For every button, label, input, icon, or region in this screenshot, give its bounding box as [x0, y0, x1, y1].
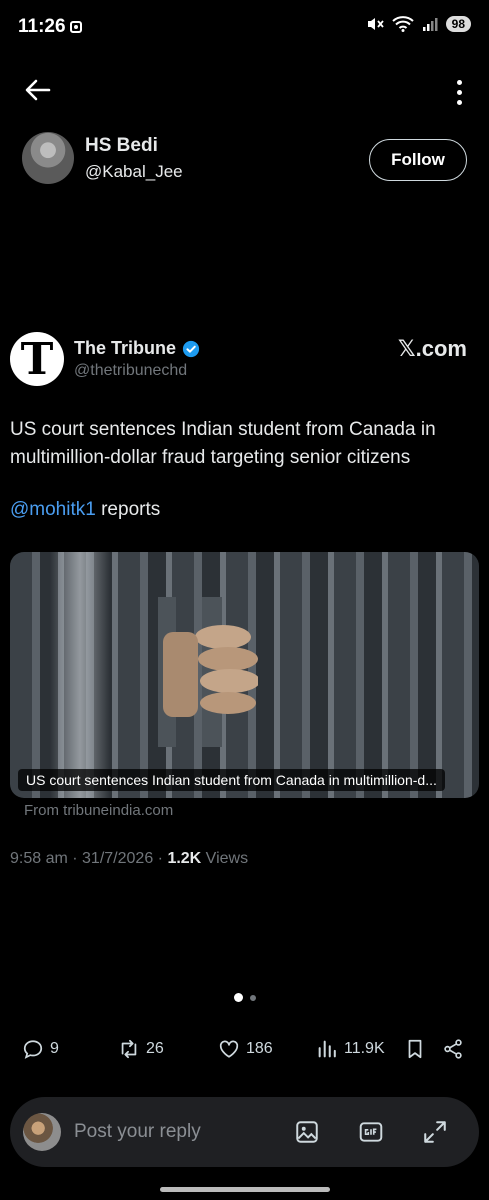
x-com-label: 𝕏.com	[397, 336, 467, 361]
share-icon	[444, 1039, 462, 1059]
pager-dot[interactable]	[249, 994, 256, 1001]
tribune-logo: T	[10, 332, 64, 386]
heart-icon	[219, 1040, 239, 1058]
tribune-logo-letter: T	[20, 334, 54, 385]
bookmark-button[interactable]	[404, 1038, 426, 1060]
mention-link: @mohitk1	[10, 499, 96, 520]
embedded-timestamp-line: 9:58 am · 31/7/2026 · 1.2K Views	[10, 850, 248, 868]
views-count: 11.9K	[344, 1040, 385, 1057]
wifi-icon	[391, 16, 414, 32]
top-navigation-bar	[0, 70, 489, 112]
add-image-button[interactable]	[294, 1119, 320, 1145]
like-action[interactable]: 186	[218, 1038, 273, 1060]
share-button[interactable]	[442, 1038, 464, 1060]
author-display-name[interactable]: HS Bedi	[85, 135, 158, 157]
views-action[interactable]: 11.9K	[316, 1038, 385, 1060]
repost-action[interactable]: 26	[118, 1038, 164, 1060]
reply-action[interactable]: 9	[22, 1038, 59, 1060]
author-avatar[interactable]	[22, 132, 74, 184]
current-user-avatar	[23, 1113, 61, 1151]
gif-icon	[359, 1122, 383, 1142]
mute-icon	[367, 18, 384, 30]
back-button[interactable]	[20, 70, 56, 110]
add-gif-button[interactable]	[358, 1119, 384, 1145]
more-options-button[interactable]	[451, 74, 467, 110]
follow-button[interactable]: Follow	[369, 139, 467, 181]
link-card-image: US court sentences Indian student from C…	[10, 552, 479, 798]
repost-count: 26	[146, 1040, 164, 1057]
pager-dot-active[interactable]	[233, 993, 243, 1002]
reply-count: 9	[50, 1040, 59, 1057]
more-vertical-icon	[456, 79, 462, 85]
home-indicator[interactable]	[160, 1187, 330, 1192]
like-count: 186	[246, 1040, 273, 1057]
signal-icon	[422, 18, 438, 31]
reply-composer	[10, 1097, 479, 1167]
embedded-views-count: 1.2K	[167, 850, 202, 867]
embedded-author-handle: @thetribunechd	[74, 362, 188, 379]
link-card-source: From tribuneindia.com	[24, 802, 174, 819]
embedded-views-label: Views	[201, 850, 249, 867]
reports-suffix: reports	[95, 499, 161, 520]
reply-input[interactable]	[74, 1119, 274, 1145]
expand-composer-button[interactable]	[422, 1119, 448, 1145]
embedded-author-name: The Tribune	[74, 338, 200, 359]
author-handle[interactable]: @Kabal_Jee	[85, 162, 183, 182]
verified-badge-icon	[182, 340, 200, 357]
embedded-reports-line: @mohitk1 reports	[10, 499, 160, 521]
link-card-caption: US court sentences Indian student from C…	[18, 769, 445, 791]
hand-on-bars-image	[158, 597, 258, 747]
status-icons: 98	[366, 16, 471, 32]
author-row: HS Bedi @Kabal_Jee Follow	[0, 130, 489, 190]
image-icon	[296, 1121, 318, 1143]
status-bar: 11:26 98	[0, 0, 489, 56]
embedded-post-text: US court sentences Indian student from C…	[10, 419, 436, 468]
status-time: 11:26	[18, 16, 66, 37]
views-bar-chart-icon	[318, 1040, 336, 1058]
battery-level: 98	[445, 16, 471, 32]
repost-icon	[121, 1039, 137, 1059]
image-pager	[0, 993, 489, 1002]
notification-app-icon	[70, 21, 82, 33]
post-action-bar: 9 26 186 11.9K	[0, 1030, 489, 1072]
reply-icon	[23, 1040, 43, 1059]
embedded-author-name-text: The Tribune	[74, 338, 177, 358]
expand-icon	[424, 1121, 446, 1143]
embedded-timestamp: 9:58 am · 31/7/2026 ·	[10, 850, 168, 867]
back-arrow-icon	[25, 79, 51, 101]
bookmark-icon	[408, 1039, 422, 1059]
